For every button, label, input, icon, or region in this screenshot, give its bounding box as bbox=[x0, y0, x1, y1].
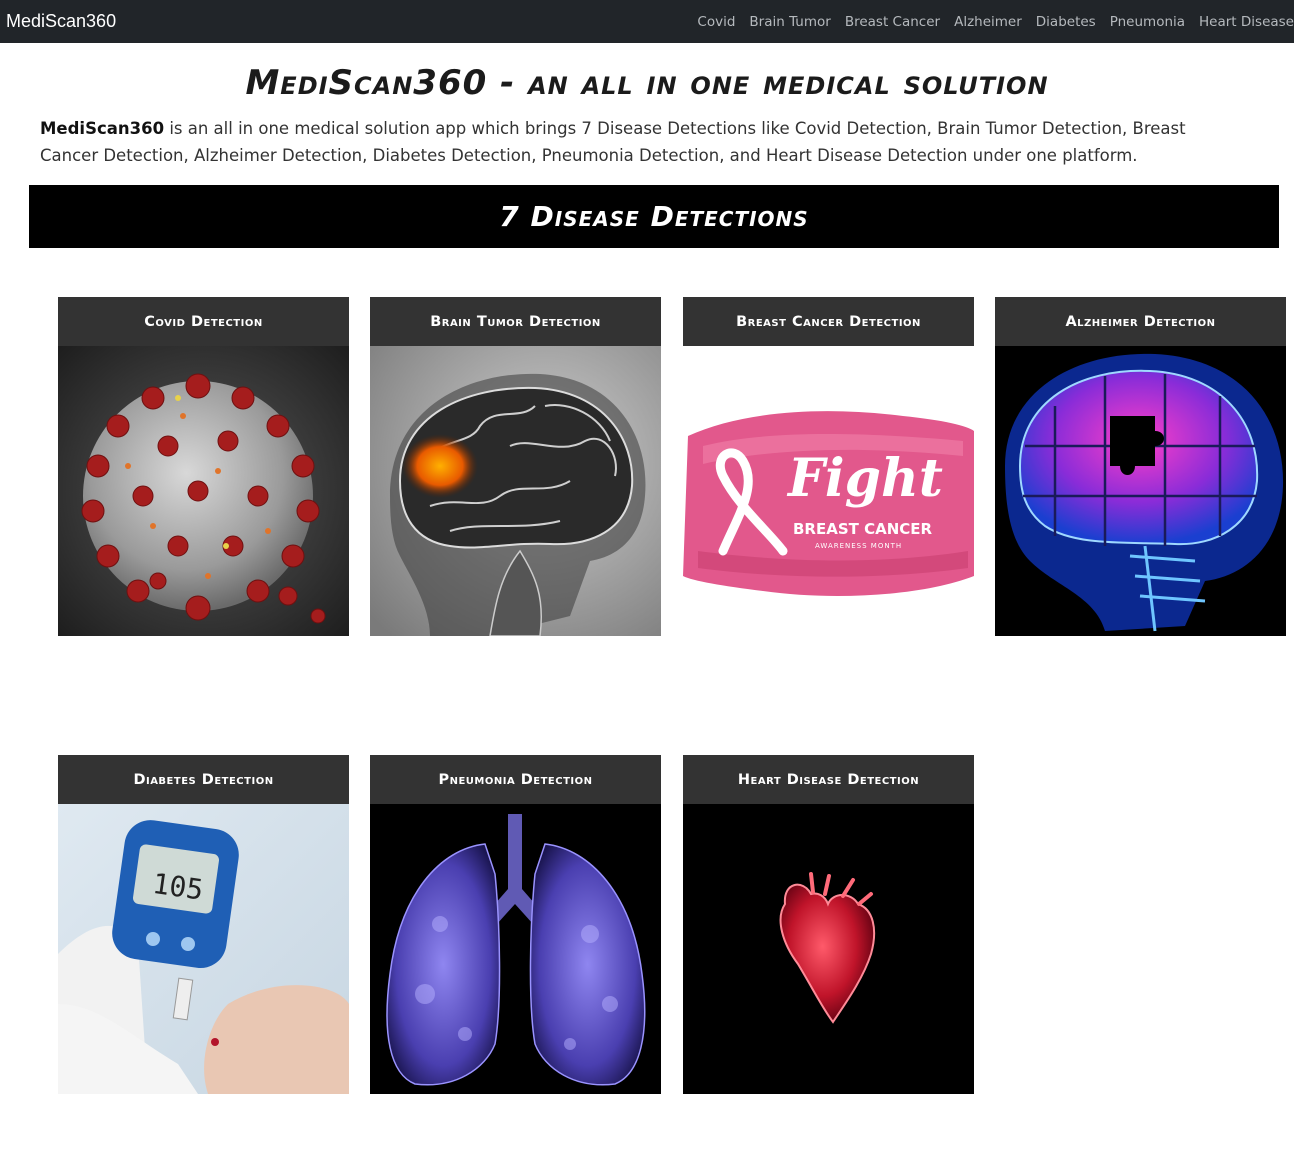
card-pneumonia-detection[interactable]: Pneumonia Detection bbox=[370, 755, 661, 1094]
nav-link-brain-tumor[interactable]: Brain Tumor bbox=[749, 14, 830, 30]
card-title: Diabetes Detection bbox=[58, 755, 349, 804]
card-title: Heart Disease Detection bbox=[683, 755, 974, 804]
nav-link-pneumonia[interactable]: Pneumonia bbox=[1110, 14, 1185, 30]
card-heart-disease-detection[interactable]: Heart Disease Detection bbox=[683, 755, 974, 1094]
page-title: MediScan360 - an all in one medical solu… bbox=[245, 63, 1049, 103]
navbar: MediScan360 Covid Brain Tumor Breast Can… bbox=[0, 0, 1294, 43]
lungs-xray-image bbox=[370, 804, 661, 1094]
coronavirus-image bbox=[58, 346, 349, 636]
nav-link-diabetes[interactable]: Diabetes bbox=[1036, 14, 1096, 30]
glucose-meter-image: 105 bbox=[58, 804, 349, 1094]
glucose-reading-text: 105 bbox=[151, 867, 206, 907]
card-title: Alzheimer Detection bbox=[995, 297, 1286, 346]
card-diabetes-detection[interactable]: Diabetes Detection 105 bbox=[58, 755, 349, 1094]
card-alzheimer-detection[interactable]: Alzheimer Detection bbox=[995, 297, 1286, 636]
brain-xray-image bbox=[370, 346, 661, 636]
heart-image bbox=[683, 804, 974, 1094]
nav-link-heart-disease[interactable]: Heart Disease bbox=[1199, 14, 1294, 30]
brain-puzzle-image bbox=[995, 346, 1286, 636]
intro-text: is an all in one medical solution app wh… bbox=[40, 119, 1186, 165]
breast-cancer-text: BREAST CANCER bbox=[793, 520, 933, 538]
nav-link-covid[interactable]: Covid bbox=[697, 14, 735, 30]
card-title: Covid Detection bbox=[58, 297, 349, 346]
awareness-month-text: AWARENESS MONTH bbox=[815, 542, 902, 550]
card-title: Breast Cancer Detection bbox=[683, 297, 974, 346]
section-banner: 7 Disease Detections bbox=[29, 185, 1279, 248]
card-covid-detection[interactable]: Covid Detection bbox=[58, 297, 349, 636]
nav-link-breast-cancer[interactable]: Breast Cancer bbox=[845, 14, 940, 30]
section-title: 7 Disease Detections bbox=[499, 200, 809, 233]
brand-link[interactable]: MediScan360 bbox=[6, 11, 116, 32]
pink-ribbon-image: Fight BREAST CANCER AWARENESS MONTH bbox=[683, 346, 974, 636]
card-title: Brain Tumor Detection bbox=[370, 297, 661, 346]
nav-link-alzheimer[interactable]: Alzheimer bbox=[954, 14, 1022, 30]
intro-paragraph: MediScan360 is an all in one medical sol… bbox=[40, 115, 1230, 169]
card-brain-tumor-detection[interactable]: Brain Tumor Detection bbox=[370, 297, 661, 636]
card-breast-cancer-detection[interactable]: Breast Cancer Detection Fight BREAST CAN… bbox=[683, 297, 974, 636]
intro-brand: MediScan360 bbox=[40, 119, 165, 138]
card-title: Pneumonia Detection bbox=[370, 755, 661, 804]
fight-text: Fight bbox=[786, 448, 943, 509]
nav-links: Covid Brain Tumor Breast Cancer Alzheime… bbox=[683, 0, 1294, 43]
